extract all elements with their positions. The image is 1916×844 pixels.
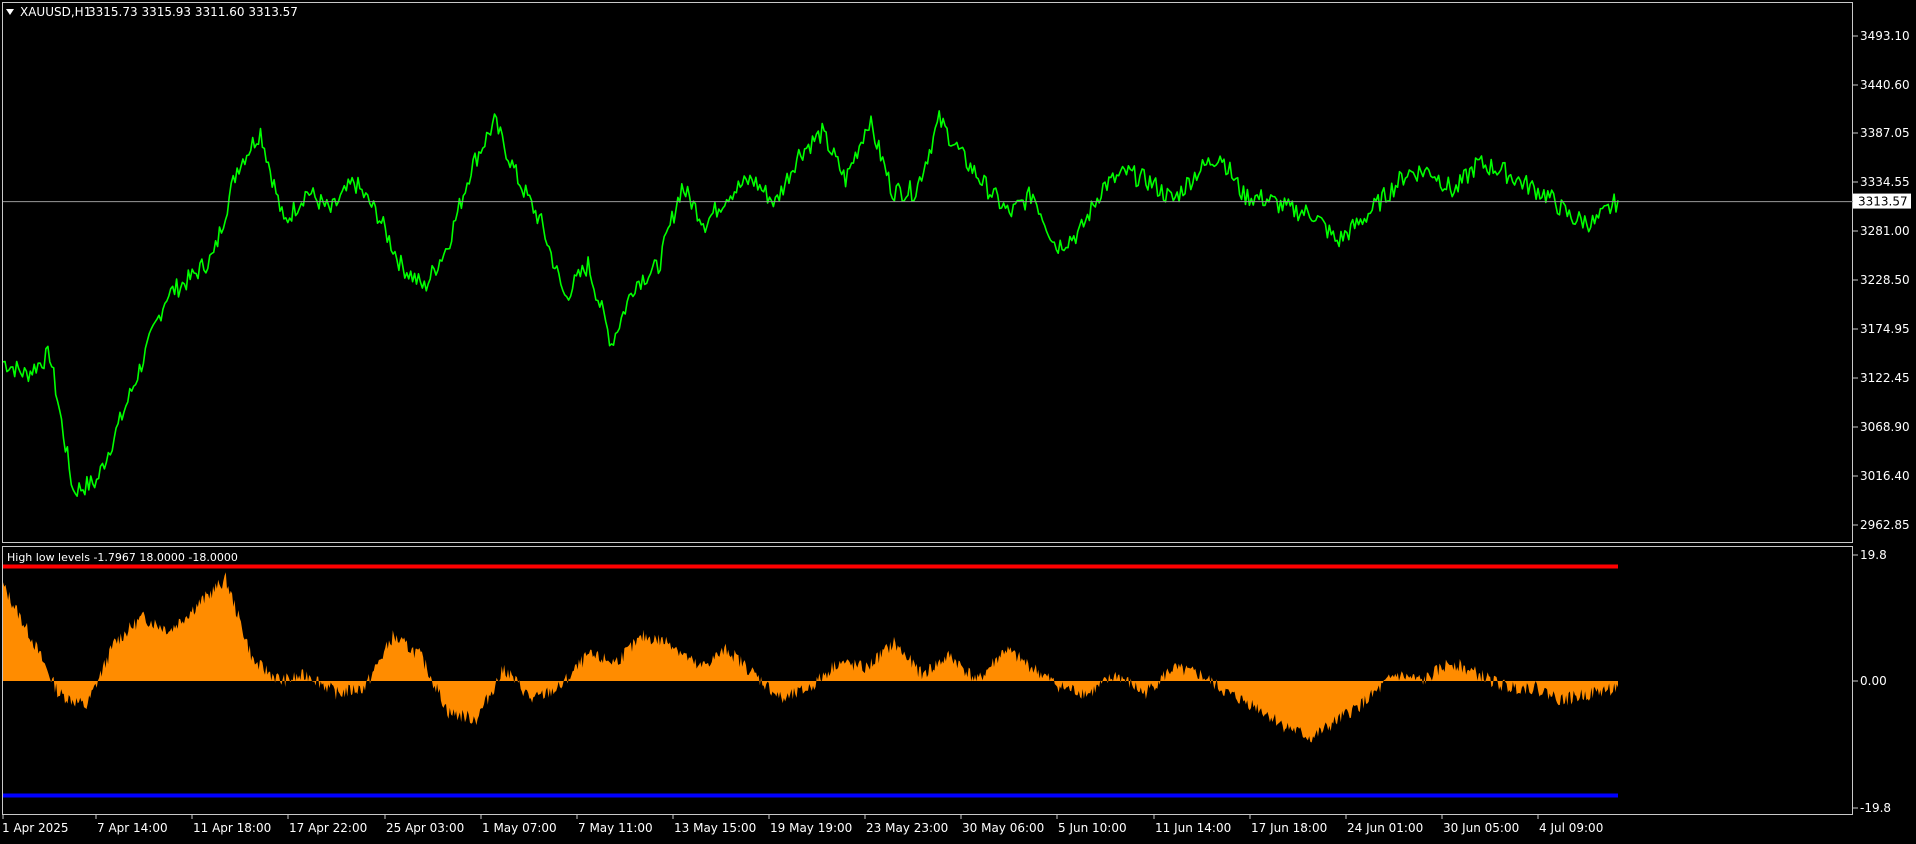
price-tick-group: 3174.95 — [1853, 322, 1910, 336]
current-price-label: 3313.57 — [1858, 195, 1908, 209]
price-tick-label: 3122.45 — [1860, 371, 1910, 385]
time-tick-label: 30 Jun 05:00 — [1443, 821, 1519, 835]
time-tick-label: 24 Jun 01:00 — [1347, 821, 1423, 835]
time-tick-label: 11 Apr 18:00 — [193, 821, 271, 835]
time-tick-label: 19 May 19:00 — [770, 821, 852, 835]
price-tick-label: 3281.00 — [1860, 224, 1910, 238]
time-tick-label: 1 Apr 2025 — [2, 821, 69, 835]
price-tick-group: 3387.05 — [1853, 126, 1910, 140]
price-tick-group: 2962.85 — [1853, 518, 1910, 532]
chart-background — [0, 0, 1916, 840]
price-tick-label: 3493.10 — [1860, 29, 1910, 43]
time-tick-label: 5 Jun 10:00 — [1058, 821, 1127, 835]
indicator-tick-label: 19.8 — [1860, 548, 1887, 562]
price-tick-label: 3228.50 — [1860, 273, 1910, 287]
price-tick-group: 3493.10 — [1853, 29, 1910, 43]
time-tick-label: 11 Jun 14:00 — [1155, 821, 1231, 835]
time-tick-label: 7 Apr 14:00 — [97, 821, 168, 835]
time-tick-label: 1 May 07:00 — [482, 821, 557, 835]
symbol-label: XAUUSD,H1 — [20, 5, 91, 19]
indicator-tick-label: -19.8 — [1860, 801, 1891, 815]
time-tick-label: 7 May 11:00 — [578, 821, 653, 835]
time-tick-label: 30 May 06:00 — [962, 821, 1044, 835]
indicator-tick-label: 0.00 — [1860, 674, 1887, 688]
price-tick-group: 3334.55 — [1853, 175, 1910, 189]
price-tick-group: 3016.40 — [1853, 469, 1910, 483]
price-tick-group: 3068.90 — [1853, 420, 1910, 434]
indicator-title: High low levels -1.7967 18.0000 -18.0000 — [7, 551, 238, 564]
price-tick-group: 3281.00 — [1853, 224, 1910, 238]
time-tick-label: 4 Jul 09:00 — [1539, 821, 1603, 835]
price-tick-label: 3334.55 — [1860, 175, 1910, 189]
trading-chart[interactable]: XAUUSD,H1 3315.73 3315.93 3311.60 3313.5… — [0, 0, 1916, 840]
price-tick-group: 3228.50 — [1853, 273, 1910, 287]
price-tick-group: 3440.60 — [1853, 78, 1910, 92]
time-tick-label: 17 Jun 18:00 — [1251, 821, 1327, 835]
price-tick-label: 3016.40 — [1860, 469, 1910, 483]
time-tick-label: 13 May 15:00 — [674, 821, 756, 835]
current-price-tag: 3313.57 — [1853, 193, 1911, 209]
price-tick-label: 3440.60 — [1860, 78, 1910, 92]
time-tick-label: 23 May 23:00 — [866, 821, 948, 835]
price-tick-group: 3122.45 — [1853, 371, 1910, 385]
price-tick-label: 2962.85 — [1860, 518, 1910, 532]
price-tick-label: 3068.90 — [1860, 420, 1910, 434]
price-tick-label: 3174.95 — [1860, 322, 1910, 336]
price-tick-label: 3387.05 — [1860, 126, 1910, 140]
chart-header[interactable]: XAUUSD,H1 3315.73 3315.93 3311.60 3313.5… — [6, 5, 298, 19]
time-tick-label: 17 Apr 22:00 — [289, 821, 367, 835]
time-tick-label: 25 Apr 03:00 — [386, 821, 464, 835]
ohlc-values: 3315.73 3315.93 3311.60 3313.57 — [88, 5, 298, 19]
